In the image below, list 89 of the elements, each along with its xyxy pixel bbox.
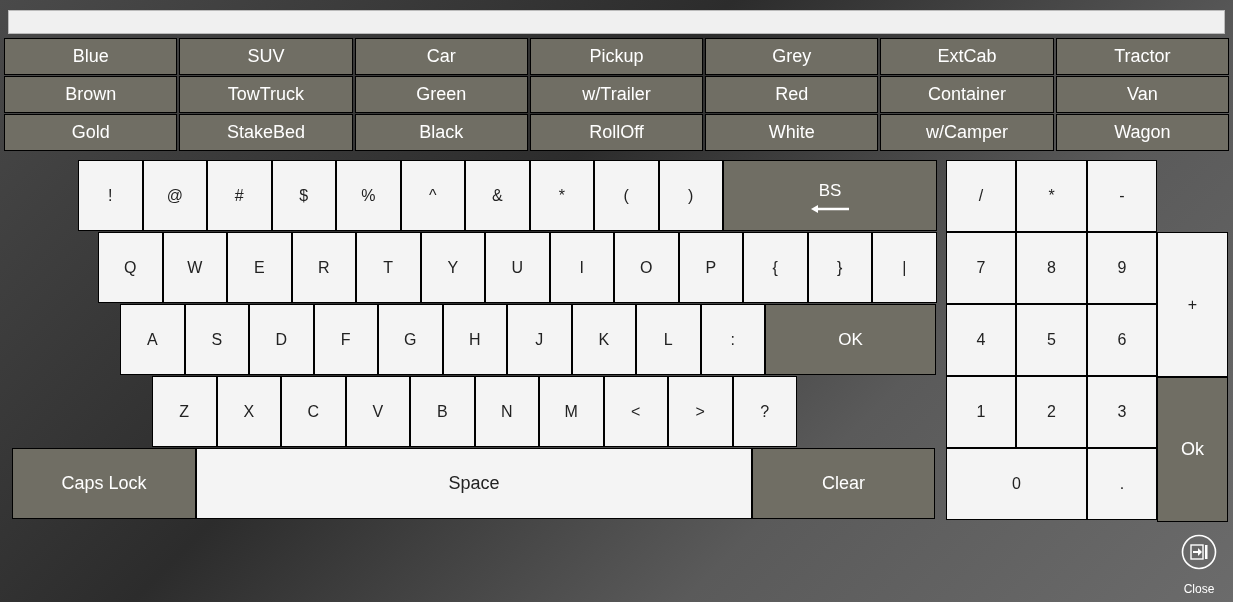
preset-button[interactable]: Red [705,76,879,113]
key[interactable]: R [291,232,356,303]
numpad-key[interactable]: 2 [1016,376,1087,448]
key[interactable]: : [700,304,765,375]
key[interactable]: # [207,160,272,231]
preset-button[interactable]: White [705,114,879,151]
preset-button[interactable]: Tractor [1055,38,1229,75]
space-key[interactable]: Space [196,448,752,519]
ok-key[interactable]: Ok [1157,377,1228,522]
preset-button[interactable]: w/Trailer [529,76,704,113]
preset-button[interactable]: Pickup [529,38,704,75]
numpad-key[interactable]: 0 [946,448,1087,520]
preset-button[interactable]: Grey [705,38,879,75]
numpad-key[interactable]: 6 [1087,304,1157,376]
numpad-key[interactable]: 9 [1087,232,1157,304]
key[interactable]: ? [732,376,797,447]
key[interactable]: U [485,232,550,303]
numpad-key[interactable]: - [1087,160,1157,232]
numpad-key[interactable]: 4 [946,304,1016,376]
key[interactable]: * [529,160,594,231]
backspace-key[interactable]: BS [723,160,937,231]
preset-button[interactable]: w/Camper [880,114,1054,151]
key[interactable]: P [678,232,743,303]
key[interactable]: V [345,376,410,447]
preset-button[interactable]: Car [354,38,528,75]
key[interactable]: & [465,160,530,231]
key[interactable]: @ [142,160,207,231]
key[interactable]: H [442,304,507,375]
preset-button[interactable]: ExtCab [880,38,1054,75]
numpad-key[interactable]: 8 [1016,232,1087,304]
key[interactable]: % [336,160,401,231]
key[interactable]: B [410,376,475,447]
key[interactable]: N [474,376,539,447]
preset-button[interactable]: TowTruck [179,76,353,113]
numpad-key[interactable]: 5 [1016,304,1087,376]
preset-button[interactable]: Black [354,114,528,151]
key[interactable]: F [313,304,378,375]
ok-key[interactable]: OK [765,304,936,375]
key[interactable]: W [162,232,227,303]
preset-button[interactable]: RollOff [529,114,704,151]
preset-button[interactable]: Van [1055,76,1229,113]
caps-lock-key[interactable]: Caps Lock [12,448,196,519]
key[interactable]: K [571,304,636,375]
preset-button[interactable]: Blue [4,38,178,75]
numpad-key[interactable]: 7 [946,232,1016,304]
key[interactable]: Q [98,232,163,303]
preset-button[interactable]: Container [880,76,1054,113]
key[interactable]: E [227,232,292,303]
key[interactable]: T [356,232,421,303]
preset-button[interactable]: SUV [179,38,353,75]
numpad-key[interactable]: 1 [946,376,1016,448]
key[interactable]: D [249,304,314,375]
key[interactable]: S [184,304,249,375]
key[interactable]: $ [271,160,336,231]
key[interactable]: C [281,376,346,447]
key[interactable]: ^ [400,160,465,231]
key[interactable]: ) [658,160,723,231]
key[interactable]: J [507,304,572,375]
exit-icon [1181,534,1217,570]
preset-button[interactable]: Wagon [1055,114,1229,151]
numpad-key[interactable]: / [946,160,1016,232]
clear-key[interactable]: Clear [752,448,935,519]
preset-button[interactable]: Gold [4,114,178,151]
numpad-key[interactable]: * [1016,160,1087,232]
preset-button[interactable]: StakeBed [179,114,353,151]
key[interactable]: } [807,232,872,303]
key[interactable]: O [614,232,679,303]
key[interactable]: X [216,376,281,447]
numpad-key[interactable]: 3 [1087,376,1157,448]
key[interactable]: Z [152,376,217,447]
key[interactable]: { [743,232,808,303]
key[interactable]: G [378,304,443,375]
key[interactable]: I [549,232,614,303]
key[interactable]: A [120,304,185,375]
key[interactable]: Y [420,232,485,303]
left-arrow-icon [811,205,849,214]
key[interactable]: | [872,232,937,303]
key[interactable]: L [636,304,701,375]
key[interactable]: < [603,376,668,447]
key[interactable]: ! [78,160,143,231]
plus-key[interactable]: + [1157,232,1228,377]
preset-button[interactable]: Green [354,76,528,113]
key[interactable]: ( [594,160,659,231]
key[interactable]: > [668,376,733,447]
numpad-key[interactable]: . [1087,448,1157,520]
key[interactable]: M [539,376,604,447]
text-input-field[interactable] [8,10,1225,34]
preset-button[interactable]: Brown [4,76,178,113]
close-button[interactable]: Close [1181,534,1217,598]
